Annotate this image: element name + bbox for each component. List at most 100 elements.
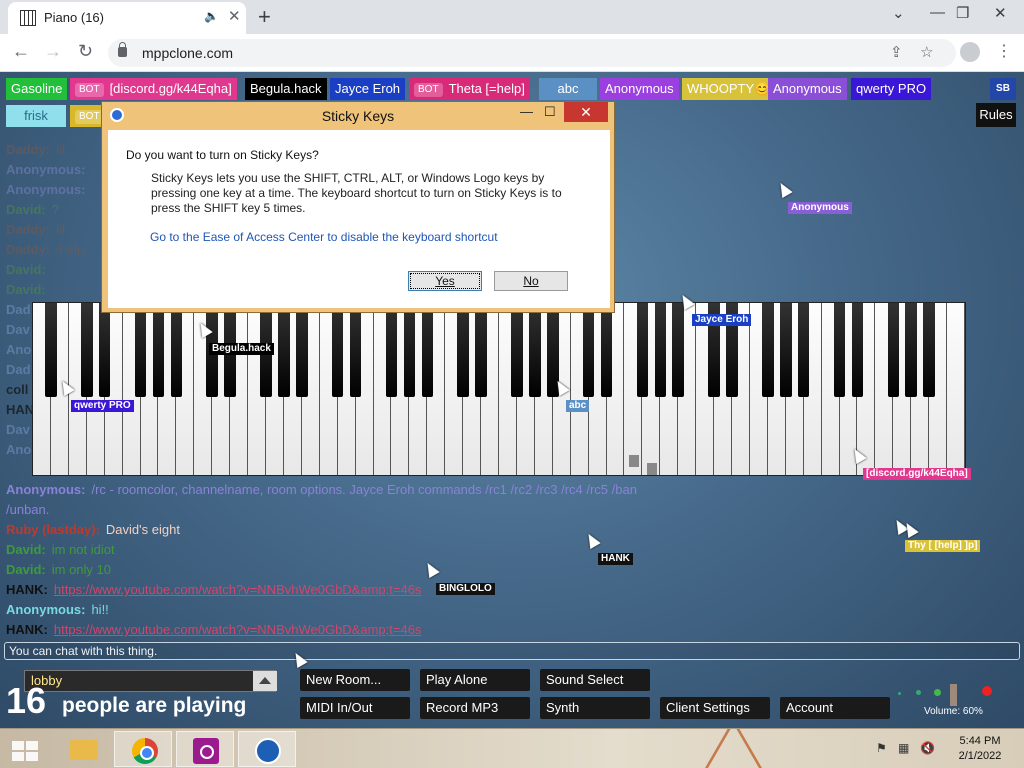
black-key[interactable] — [851, 303, 864, 397]
black-key[interactable] — [403, 303, 416, 397]
volume-muted-icon[interactable]: 🔇 — [920, 741, 935, 755]
black-key[interactable] — [654, 303, 667, 397]
user-anonymous-2[interactable]: Anonymous — [768, 78, 847, 100]
play-alone-button[interactable]: Play Alone — [420, 669, 530, 691]
black-key[interactable] — [152, 303, 165, 397]
address-bar[interactable]: mppclone.com ⇪ ☆ — [108, 39, 956, 67]
rules-button[interactable]: Rules — [976, 103, 1016, 127]
bot-badge: BOT — [75, 83, 104, 97]
browser-tab[interactable]: Piano (16) 🔈 ✕ — [8, 2, 246, 34]
user-begula[interactable]: Begula.hack — [245, 78, 327, 100]
user-qwerty[interactable]: qwerty PRO — [851, 78, 932, 100]
yes-button[interactable]: Yes — [408, 271, 482, 291]
midi-button[interactable]: MIDI In/Out — [300, 697, 410, 719]
volume-slider[interactable] — [950, 684, 957, 706]
chat-link[interactable]: https://www.youtube.com/watch?v=NNBvhWe0… — [54, 582, 422, 597]
record-mp3-button[interactable]: Record MP3 — [420, 697, 530, 719]
window-close-icon[interactable]: ✕ — [994, 4, 1007, 22]
lock-icon[interactable] — [118, 42, 127, 57]
start-button[interactable] — [0, 731, 58, 767]
taskbar-camera[interactable] — [176, 731, 234, 767]
black-key[interactable] — [511, 303, 523, 397]
speaker-icon[interactable]: 🔈 — [204, 9, 219, 23]
black-key[interactable] — [672, 303, 684, 397]
ease-of-access-link[interactable]: Go to the Ease of Access Center to disab… — [150, 230, 498, 244]
no-button[interactable]: No — [494, 271, 568, 291]
chat-author: HANK: — [6, 622, 48, 637]
black-key[interactable] — [296, 303, 308, 397]
chat-line-fragment: Ano — [6, 342, 32, 357]
user-anonymous-1[interactable]: Anonymous — [600, 78, 679, 100]
user-abc[interactable]: abc — [539, 78, 597, 100]
client-settings-button[interactable]: Client Settings — [660, 697, 770, 719]
network-icon[interactable]: ▦ — [898, 741, 909, 755]
black-key[interactable] — [600, 303, 613, 397]
black-key[interactable] — [475, 303, 487, 397]
black-key[interactable] — [905, 303, 917, 397]
tab-search-icon[interactable]: ⌄ — [892, 4, 905, 22]
minimize-icon[interactable]: — — [930, 4, 945, 21]
user-name: Gasoline — [11, 81, 63, 96]
black-key[interactable] — [98, 303, 111, 397]
user-frisk[interactable]: frisk — [6, 105, 66, 127]
reload-icon[interactable]: ↻ — [78, 41, 93, 62]
chevron-up-icon[interactable] — [253, 671, 277, 691]
taskbar-ease-of-access[interactable] — [238, 731, 296, 767]
chat-author: David: — [6, 282, 46, 297]
account-button[interactable]: Account — [780, 697, 890, 719]
chat-author: Anonymous: — [6, 602, 86, 617]
browser-toolbar: ← → ↻ mppclone.com ⇪ ☆ ⋮ — [0, 34, 1024, 72]
black-key[interactable] — [529, 303, 541, 397]
back-icon[interactable]: ← — [12, 41, 30, 62]
user-whoopty[interactable]: WHOOPTY😊 — [682, 78, 776, 100]
sb-icon[interactable]: SB — [990, 78, 1016, 100]
system-clock[interactable]: 5:44 PM 2/1/2022 — [940, 734, 1020, 764]
taskbar-chrome[interactable] — [114, 731, 172, 767]
user-jayce[interactable]: Jayce Eroh — [330, 78, 406, 100]
black-key[interactable] — [421, 303, 434, 397]
user-theta-bot[interactable]: BOT Theta [=help] — [409, 78, 530, 100]
black-key[interactable] — [887, 303, 900, 397]
new-tab-button[interactable]: + — [258, 4, 271, 30]
url-text[interactable]: mppclone.com — [142, 45, 233, 61]
user-gasoline[interactable]: Gasoline — [6, 78, 68, 100]
chat-link[interactable]: https://www.youtube.com/watch?v=NNBvhWe0… — [54, 622, 422, 637]
restore-icon[interactable]: ❐ — [956, 4, 969, 22]
dialog-close-icon[interactable]: ✕ — [564, 102, 608, 122]
black-key[interactable] — [45, 303, 57, 397]
black-key[interactable] — [780, 303, 792, 397]
dialog-titlebar[interactable]: Sticky Keys — ☐ ✕ — [102, 102, 614, 130]
chat-input[interactable]: You can chat with this thing. — [4, 642, 1020, 660]
piano-keyboard[interactable] — [32, 302, 966, 476]
share-icon[interactable]: ⇪ — [890, 43, 903, 61]
forward-icon[interactable]: → — [44, 41, 62, 62]
tab-close-icon[interactable]: ✕ — [228, 7, 241, 25]
black-key[interactable] — [636, 303, 649, 397]
black-key[interactable] — [457, 303, 469, 397]
black-key[interactable] — [385, 303, 398, 397]
black-key[interactable] — [923, 303, 935, 397]
profile-avatar-icon[interactable] — [960, 42, 980, 62]
taskbar-explorer[interactable] — [54, 731, 112, 767]
black-key[interactable] — [278, 303, 290, 397]
sound-select-button[interactable]: Sound Select — [540, 669, 650, 691]
room-selector[interactable]: lobby — [24, 670, 277, 692]
dialog-maximize-icon[interactable]: ☐ — [544, 104, 556, 120]
bookmark-star-icon[interactable]: ☆ — [920, 43, 933, 61]
black-key[interactable] — [170, 303, 183, 397]
black-key[interactable] — [331, 303, 344, 397]
black-key[interactable] — [762, 303, 774, 397]
new-room-button[interactable]: New Room... — [300, 669, 410, 691]
black-key[interactable] — [81, 303, 93, 397]
black-key[interactable] — [134, 303, 147, 397]
white-key[interactable] — [947, 303, 965, 475]
black-key[interactable] — [833, 303, 846, 397]
synth-button[interactable]: Synth — [540, 697, 650, 719]
user-discord-bot[interactable]: BOT [discord.gg/k44Eqha] — [70, 78, 237, 100]
action-center-icon[interactable]: ⚑ — [876, 741, 887, 755]
black-key[interactable] — [797, 303, 810, 397]
dialog-minimize-icon[interactable]: — — [520, 104, 533, 119]
black-key[interactable] — [349, 303, 362, 397]
kebab-menu-icon[interactable]: ⋮ — [996, 41, 1012, 61]
black-key[interactable] — [582, 303, 595, 397]
